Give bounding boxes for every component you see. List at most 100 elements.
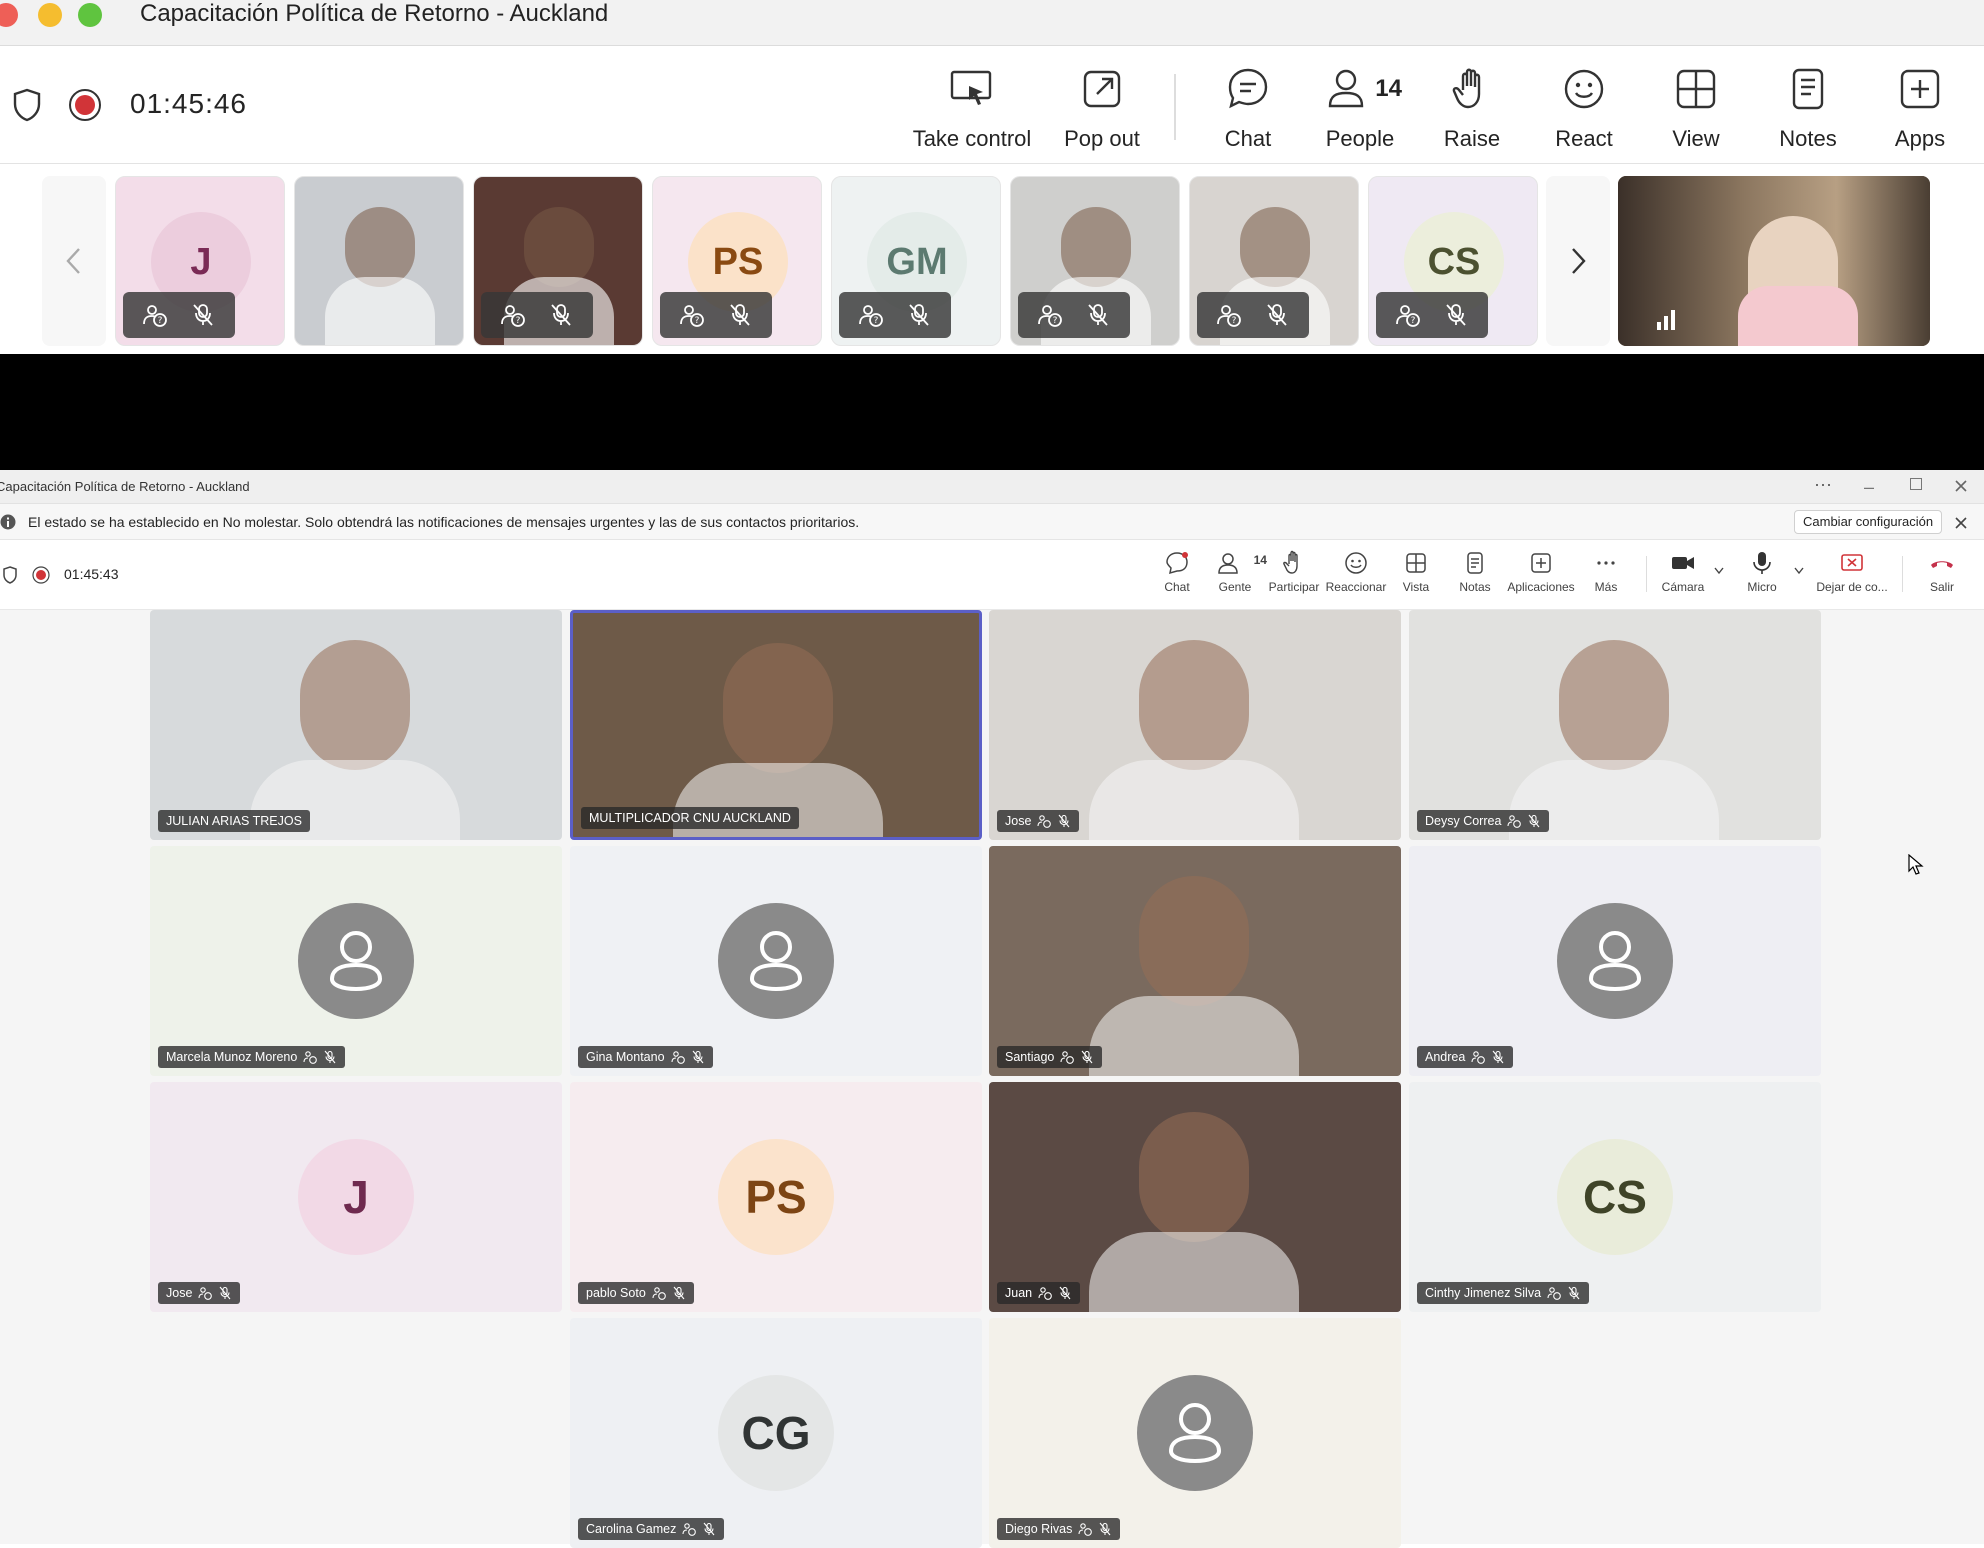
participant-status-icon	[1547, 1287, 1561, 1300]
stop-sharing-button[interactable]: Dejar de co...	[1812, 550, 1892, 594]
strip-video-person	[1240, 207, 1310, 287]
chat-button[interactable]: Chat	[1202, 66, 1294, 206]
change-settings-button[interactable]: Cambiar configuración	[1794, 510, 1943, 534]
inner-apps-button[interactable]: Aplicaciones	[1505, 550, 1577, 594]
dnd-banner-text: El estado se ha establecido en No molest…	[28, 514, 860, 530]
inner-shield-icon	[3, 566, 17, 584]
participant-name-label: Deysy Correa	[1417, 810, 1550, 832]
notes-button[interactable]: Notes	[1762, 66, 1854, 158]
participant-tile[interactable]: Andrea	[1409, 846, 1821, 1076]
svg-text:?: ?	[1053, 316, 1058, 326]
participant-status-icon	[1037, 815, 1052, 828]
screen-share-black-bar	[0, 354, 1984, 470]
avatar-initials: PS	[718, 1139, 834, 1255]
inner-chat-icon	[1166, 552, 1188, 575]
toolbar-divider	[1174, 74, 1176, 140]
participant-status-icon	[1507, 815, 1522, 828]
mic-off-icon	[1492, 1050, 1504, 1064]
inner-close-icon[interactable]	[1954, 479, 1968, 493]
participant-tile[interactable]: JULIAN ARIAS TREJOS	[150, 610, 562, 840]
mic-off-icon	[1568, 1286, 1580, 1300]
strip-next-button[interactable]	[1546, 176, 1610, 346]
strip-participant-thumb[interactable]	[294, 176, 464, 346]
participant-tile[interactable]: J Jose	[150, 1082, 562, 1312]
microphone-icon	[1753, 552, 1771, 574]
participant-tile[interactable]: Gina Montano	[570, 846, 982, 1076]
inner-people-button[interactable]: 14 Gente	[1203, 550, 1267, 594]
avatar-initials: J	[298, 1139, 414, 1255]
inner-view-button[interactable]: Vista	[1384, 550, 1448, 594]
pop-out-button[interactable]: Pop out	[1056, 66, 1148, 158]
leave-button[interactable]: Salir	[1910, 550, 1974, 594]
inner-recording-icon	[32, 566, 50, 584]
minimize-window-button[interactable]	[38, 3, 62, 27]
inner-camera-button[interactable]: Cámara	[1651, 550, 1715, 594]
participant-status-icon	[1038, 1287, 1052, 1300]
chevron-right-icon	[1572, 248, 1586, 274]
participant-tile[interactable]: Marcela Munoz Moreno	[150, 846, 562, 1076]
participant-status-icon: ?	[1217, 305, 1241, 327]
participant-status-icon	[198, 1287, 213, 1300]
strip-participant-thumb[interactable]: ?	[473, 176, 643, 346]
mic-off-icon	[1099, 1522, 1111, 1536]
mic-off-icon	[703, 1522, 715, 1536]
participant-status-icon	[682, 1523, 697, 1536]
mic-options-chevron-icon[interactable]	[1793, 566, 1805, 576]
inner-react-icon	[1345, 552, 1367, 574]
react-button[interactable]: React	[1540, 66, 1628, 158]
people-icon	[1328, 69, 1363, 108]
participant-tile[interactable]: Jose	[989, 610, 1401, 840]
participant-tile[interactable]: MULTIPLICADOR CNU AUCKLAND	[570, 610, 982, 840]
strip-participant-thumb[interactable]: ?	[1010, 176, 1180, 346]
strip-prev-button[interactable]	[42, 176, 106, 346]
meeting-toolbar: 01:45:46 Take control Pop out Chat 14 Pe…	[0, 46, 1984, 206]
inner-notes-button[interactable]: Notas	[1443, 550, 1507, 594]
strip-participant-thumb[interactable]: ?	[1189, 176, 1359, 346]
apps-button[interactable]: Apps	[1876, 66, 1964, 158]
banner-close-icon[interactable]	[1954, 516, 1968, 530]
strip-participant-thumb[interactable]: CS?	[1368, 176, 1538, 346]
people-button[interactable]: 14 People	[1318, 66, 1402, 158]
strip-participant-thumb[interactable]: GM?	[831, 176, 1001, 346]
participant-status-icon	[670, 1051, 685, 1064]
inner-view-icon	[1406, 553, 1426, 573]
raise-hand-button[interactable]: Raise	[1430, 66, 1514, 158]
inner-timer: 01:45:43	[64, 566, 119, 582]
participant-tile[interactable]: PS pablo Soto	[570, 1082, 982, 1312]
strip-status-icons: ?	[660, 292, 772, 338]
close-window-button[interactable]	[0, 3, 18, 27]
inner-minimize-button[interactable]: –	[1864, 470, 1874, 504]
participant-tile[interactable]: Deysy Correa	[1409, 610, 1821, 840]
participant-name-label: Cinthy Jimenez Silva	[1417, 1282, 1590, 1304]
inner-raise-button[interactable]: Participar	[1262, 550, 1326, 594]
mic-off-icon	[1058, 814, 1070, 828]
camera-options-chevron-icon[interactable]	[1713, 566, 1725, 576]
participant-tile[interactable]: CG Carolina Gamez	[570, 1318, 982, 1548]
raise-hand-icon	[1452, 68, 1481, 109]
participant-name-label: Andrea	[1417, 1046, 1514, 1068]
mic-off-icon	[730, 304, 750, 326]
participant-tile[interactable]: Diego Rivas	[989, 1318, 1401, 1548]
take-control-button[interactable]: Take control	[906, 66, 1038, 158]
strip-participant-thumb[interactable]: PS?	[652, 176, 822, 346]
participant-tile[interactable]: Juan	[989, 1082, 1401, 1312]
inner-mic-button[interactable]: Micro	[1730, 550, 1794, 594]
participant-tile[interactable]: CS Cinthy Jimenez Silva	[1409, 1082, 1821, 1312]
participant-tile[interactable]: Santiago	[989, 846, 1401, 1076]
inner-restore-button[interactable]	[1910, 478, 1922, 490]
inner-more-icon[interactable]: ···	[1814, 470, 1832, 498]
view-button[interactable]: View	[1652, 66, 1740, 158]
view-grid-icon	[1676, 69, 1716, 109]
strip-participant-thumb[interactable]: J?	[115, 176, 285, 346]
participant-status-icon: ?	[143, 305, 167, 327]
mic-off-icon	[909, 304, 929, 326]
self-view-video[interactable]	[1618, 176, 1930, 346]
inner-react-button[interactable]: Reaccionar	[1322, 550, 1390, 594]
mouse-cursor-icon	[1908, 854, 1924, 875]
zoom-window-button[interactable]	[78, 3, 102, 27]
mic-off-icon	[1446, 304, 1466, 326]
strip-status-icons: ?	[481, 292, 593, 338]
notes-icon	[1792, 68, 1824, 110]
inner-chat-button[interactable]: Chat	[1145, 550, 1209, 594]
inner-more-button[interactable]: Más	[1574, 550, 1638, 594]
